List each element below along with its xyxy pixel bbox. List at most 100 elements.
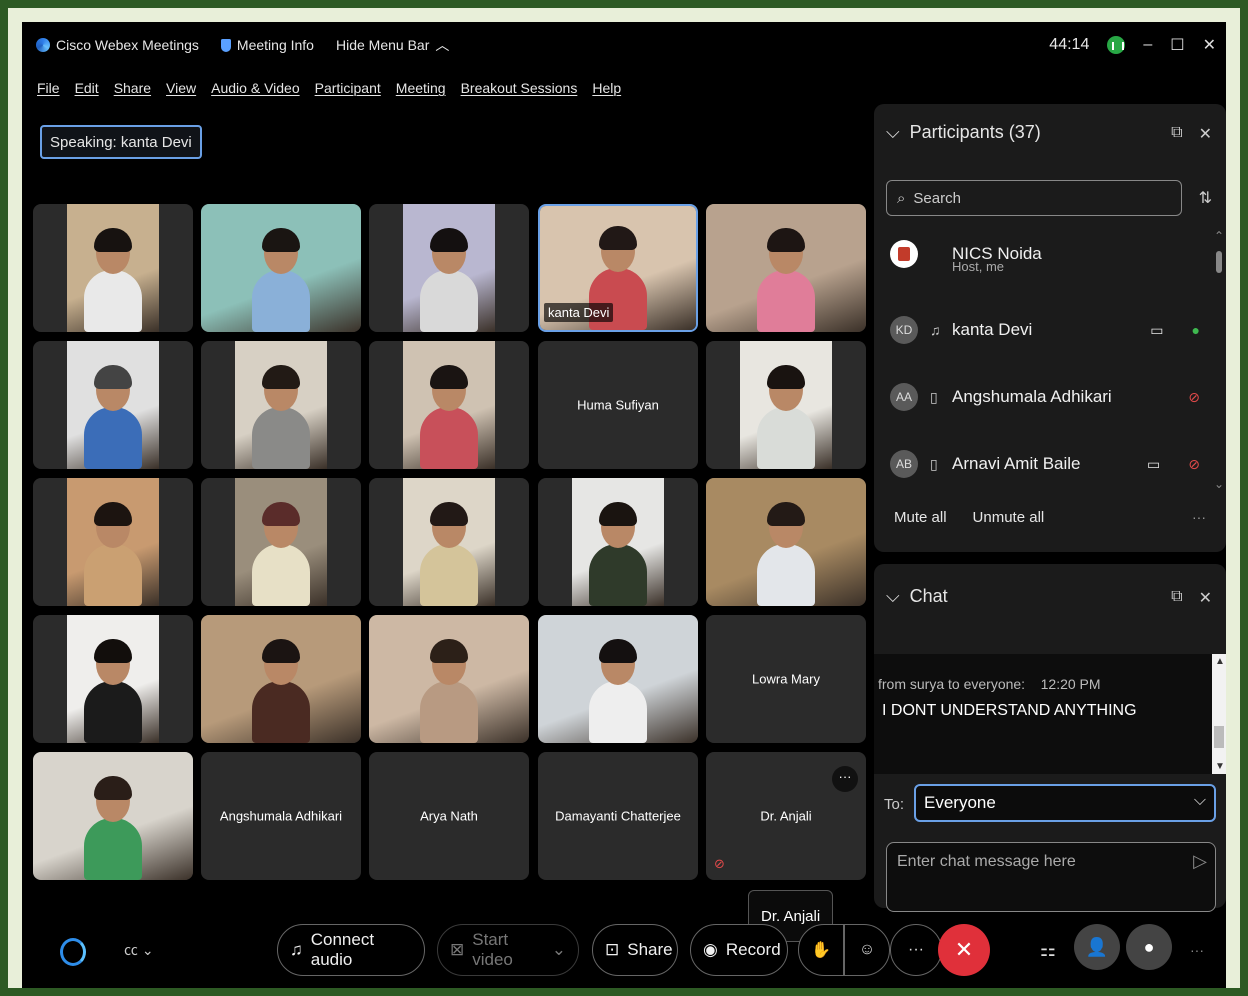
app-menu[interactable]: Cisco Webex Meetings — [36, 37, 199, 53]
video-on-icon: ▭ — [1147, 455, 1161, 472]
chat-panel-button[interactable]: ● — [1126, 924, 1172, 970]
person-hair — [262, 502, 300, 526]
close-panel-icon[interactable]: ✕ — [1199, 124, 1212, 144]
raise-hand-button[interactable]: ✋ — [798, 924, 844, 976]
menu-edit[interactable]: Edit — [75, 80, 99, 96]
participant-row[interactable]: KD ♫ kanta Devi ▭ ● — [890, 305, 1210, 355]
video-tile[interactable] — [369, 204, 529, 332]
search-placeholder: Search — [913, 189, 961, 207]
participants-panel-button[interactable]: 👤 — [1074, 924, 1120, 970]
menu-view[interactable]: View — [166, 80, 196, 96]
video-tile[interactable] — [706, 478, 866, 606]
sort-icon[interactable]: ⇅ — [1199, 188, 1212, 208]
participant-row[interactable]: NICS Noida Host, me — [890, 229, 1210, 279]
participants-header[interactable]: ⌵ Participants (37) — [886, 122, 1041, 143]
video-tile[interactable] — [33, 204, 193, 332]
chat-header[interactable]: ⌵ Chat — [886, 586, 948, 607]
participant-video — [403, 478, 495, 606]
scroll-down-icon[interactable]: ▼ — [1215, 761, 1225, 772]
close-window-icon[interactable]: ✕ — [1203, 35, 1216, 55]
video-tile[interactable] — [369, 615, 529, 743]
video-tile[interactable] — [33, 615, 193, 743]
video-tile[interactable] — [369, 341, 529, 469]
participant-row[interactable]: AB ▯ Arnavi Amit Baile ▭ ⊘ — [890, 439, 1210, 489]
chat-message-text: I DONT UNDERSTAND ANYTHING — [882, 702, 1137, 719]
popout-icon[interactable]: ⧉ — [1171, 588, 1182, 608]
connection-signal-icon[interactable] — [1107, 36, 1126, 54]
share-button[interactable]: ⊡ Share — [592, 924, 678, 976]
video-tile[interactable] — [201, 204, 361, 332]
send-icon[interactable]: ▷ — [1193, 851, 1207, 872]
chat-panel-controls: ⧉ ✕ — [1171, 588, 1212, 608]
video-tile[interactable] — [538, 478, 698, 606]
video-tile[interactable]: Huma Sufiyan — [538, 341, 698, 469]
popout-icon[interactable]: ⧉ — [1171, 124, 1182, 144]
apps-icon: ⚏ — [1039, 939, 1057, 960]
chevron-down-icon: ⌄ — [141, 942, 154, 958]
mic-muted-icon[interactable]: ⊘ — [1188, 389, 1200, 406]
video-tile[interactable] — [33, 752, 193, 880]
apps-button[interactable]: ⚏ — [1022, 924, 1074, 976]
person-hair — [599, 502, 637, 526]
connect-audio-button[interactable]: ♫ Connect audio — [277, 924, 425, 976]
video-tile[interactable]: Arya Nath — [369, 752, 529, 880]
maximize-icon[interactable]: ☐ — [1170, 35, 1184, 55]
reactions-button[interactable]: ☺ — [844, 924, 890, 976]
video-tile[interactable]: Dr. Anjali ··· ⊘ — [706, 752, 866, 880]
participant-video — [706, 478, 866, 606]
unmute-all-button[interactable]: Unmute all — [973, 509, 1045, 526]
participant-name: Dr. Anjali — [760, 808, 812, 824]
video-tile[interactable]: Lowra Mary — [706, 615, 866, 743]
minimize-icon[interactable]: – — [1143, 36, 1152, 54]
scroll-thumb[interactable] — [1214, 726, 1224, 748]
chat-recipient-select[interactable]: Everyone ⌵ — [914, 784, 1216, 822]
meeting-info-button[interactable]: Meeting Info — [220, 37, 314, 53]
mic-on-icon[interactable]: ● — [1192, 322, 1200, 339]
video-tile[interactable] — [201, 341, 361, 469]
menu-file[interactable]: File — [37, 80, 60, 96]
menu-breakout-sessions[interactable]: Breakout Sessions — [461, 80, 578, 96]
video-tile[interactable] — [201, 615, 361, 743]
menu-bar: File Edit Share View Audio & Video Parti… — [22, 72, 621, 104]
more-actions-button[interactable]: ··· — [890, 924, 942, 976]
start-video-button[interactable]: ⊠ Start video ⌄ — [437, 924, 579, 976]
more-options-icon[interactable]: ··· — [1192, 509, 1206, 525]
webex-assistant-icon[interactable] — [60, 938, 86, 966]
closed-captions-button[interactable]: ㏄ ⌄ — [124, 940, 154, 960]
menu-audio-video[interactable]: Audio & Video — [211, 80, 299, 96]
video-tile[interactable]: Angshumala Adhikari — [201, 752, 361, 880]
video-tile[interactable] — [706, 204, 866, 332]
mic-muted-icon[interactable]: ⊘ — [1188, 456, 1200, 473]
scroll-thumb[interactable] — [1216, 251, 1222, 273]
scroll-down-icon[interactable]: ⌄ — [1214, 477, 1224, 491]
video-tile[interactable] — [33, 341, 193, 469]
video-tile[interactable] — [538, 615, 698, 743]
more-options-icon[interactable]: ··· — [832, 766, 858, 792]
scroll-up-icon[interactable]: ⌃ — [1214, 229, 1224, 243]
more-panels-icon[interactable]: ··· — [1190, 942, 1204, 958]
hide-menu-bar-button[interactable]: Hide Menu Bar ︿ — [336, 35, 449, 55]
menu-meeting[interactable]: Meeting — [396, 80, 446, 96]
record-label: Record — [725, 940, 781, 959]
participants-scrollbar[interactable]: ⌃ ⌄ — [1214, 229, 1224, 491]
video-tile[interactable]: Damayanti Chatterjee — [538, 752, 698, 880]
chat-scrollbar[interactable]: ▲ ▼ — [1212, 654, 1226, 774]
menu-participant[interactable]: Participant — [315, 80, 381, 96]
video-tile[interactable] — [369, 478, 529, 606]
close-panel-icon[interactable]: ✕ — [1199, 588, 1212, 608]
menu-help[interactable]: Help — [592, 80, 621, 96]
video-tile[interactable] — [33, 478, 193, 606]
record-button[interactable]: ◉ Record — [690, 924, 788, 976]
video-tile[interactable] — [201, 478, 361, 606]
menu-share[interactable]: Share — [114, 80, 151, 96]
participants-panel-controls: ⧉ ✕ — [1171, 124, 1212, 144]
end-meeting-button[interactable]: ✕ — [938, 924, 990, 976]
participant-search-input[interactable]: ⌕ Search — [886, 180, 1182, 216]
video-tile[interactable]: kanta Devi — [538, 204, 698, 332]
video-tile[interactable] — [706, 341, 866, 469]
person-body — [589, 544, 647, 606]
chat-message-input[interactable]: Enter chat message here ▷ — [886, 842, 1216, 912]
mute-all-button[interactable]: Mute all — [894, 509, 947, 526]
participant-row[interactable]: AA ▯ Angshumala Adhikari ⊘ — [890, 372, 1210, 422]
scroll-up-icon[interactable]: ▲ — [1215, 656, 1225, 667]
